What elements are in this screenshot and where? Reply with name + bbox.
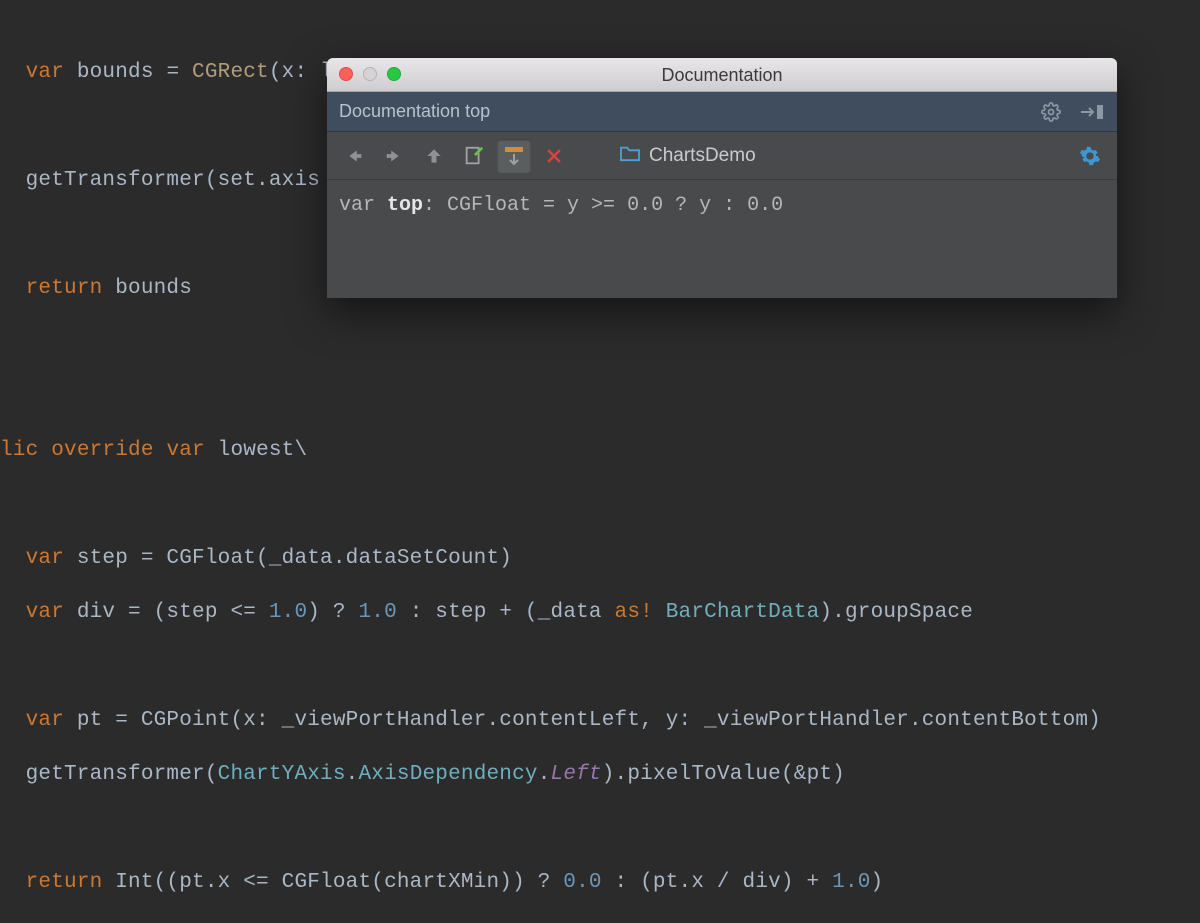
code-text: step = CGFloat(_data.dataSetCount) [64,547,512,570]
code-text: getTransformer(set.axis [0,169,320,192]
doc-var-keyword: var [339,194,387,217]
code-text: getTransformer( [0,763,218,786]
enum-left: Left [551,763,602,786]
ident: bounds [102,277,192,300]
code-text: : (pt.x / div) + [602,871,832,894]
code-text: ) [871,871,884,894]
num: 1.0 [358,601,396,624]
nav-back-button[interactable] [337,139,371,173]
keyword-var: var [166,439,204,462]
zoom-window-button[interactable] [387,67,401,81]
indent [0,709,26,732]
type-cgrect: CGRect [192,61,269,84]
settings-gear-icon[interactable] [1041,102,1061,122]
indent [0,547,26,570]
num: 1.0 [269,601,307,624]
dot: . [538,763,551,786]
indent [0,277,26,300]
type-axisdependency: AxisDependency [358,763,537,786]
doc-symbol-name: top [387,194,423,217]
sp [154,439,167,462]
indent [0,601,26,624]
keyword-var: var [26,601,64,624]
settings-button[interactable] [1073,139,1107,173]
keyword-as: as! [615,601,653,624]
keyword-override: override [51,439,153,462]
documentation-content: var top: CGFloat = y >= 0.0 ? y : 0.0 [327,180,1117,231]
subheader-title: Documentation top [339,101,490,122]
doc-signature: : CGFloat = y >= 0.0 ? y : 0.0 [423,194,783,217]
popup-subheader: Documentation top [327,92,1117,132]
ident: lowest\ [205,439,307,462]
keyword-return: return [26,277,103,300]
keyword-var: var [26,61,64,84]
nav-forward-button[interactable] [377,139,411,173]
edit-source-button[interactable] [457,139,491,173]
type-chartyaxis: ChartYAxis [218,763,346,786]
window-titlebar[interactable]: Documentation [327,58,1117,92]
keyword-var: var [26,547,64,570]
keyword: lic [0,439,51,462]
project-name: ChartsDemo [649,145,756,167]
traffic-lights [339,67,401,81]
minimize-window-button[interactable] [363,67,377,81]
ident: bounds [64,61,166,84]
nav-up-button[interactable] [417,139,451,173]
num: 0.0 [563,871,601,894]
code-text: pt = CGPoint(x: _viewPortHandler.content… [64,709,1101,732]
num: 1.0 [832,871,870,894]
popup-toolbar: ChartsDemo [327,132,1117,180]
close-button[interactable] [537,139,571,173]
dock-icon[interactable] [1079,103,1105,121]
code-text: Int((pt.x <= CGFloat(chartXMin)) ? [102,871,563,894]
documentation-popup[interactable]: Documentation Documentation top [327,58,1117,298]
indent [0,61,26,84]
project-breadcrumb[interactable]: ChartsDemo [619,144,756,168]
keyword-var: var [26,709,64,732]
code-text: ).pixelToValue(&pt) [602,763,845,786]
code-text: ).groupSpace [819,601,973,624]
type-barchartdata: BarChartData [666,601,820,624]
window-title: Documentation [327,58,1117,92]
code-text: div = (step <= [64,601,269,624]
folder-icon [619,144,641,168]
op: = [166,61,192,84]
indent [0,871,26,894]
code-text: ) ? [307,601,358,624]
sp [653,601,666,624]
close-window-button[interactable] [339,67,353,81]
keyword-return: return [26,871,103,894]
code-text: : step + (_data [397,601,615,624]
auto-scroll-button[interactable] [497,139,531,173]
dot: . [346,763,359,786]
